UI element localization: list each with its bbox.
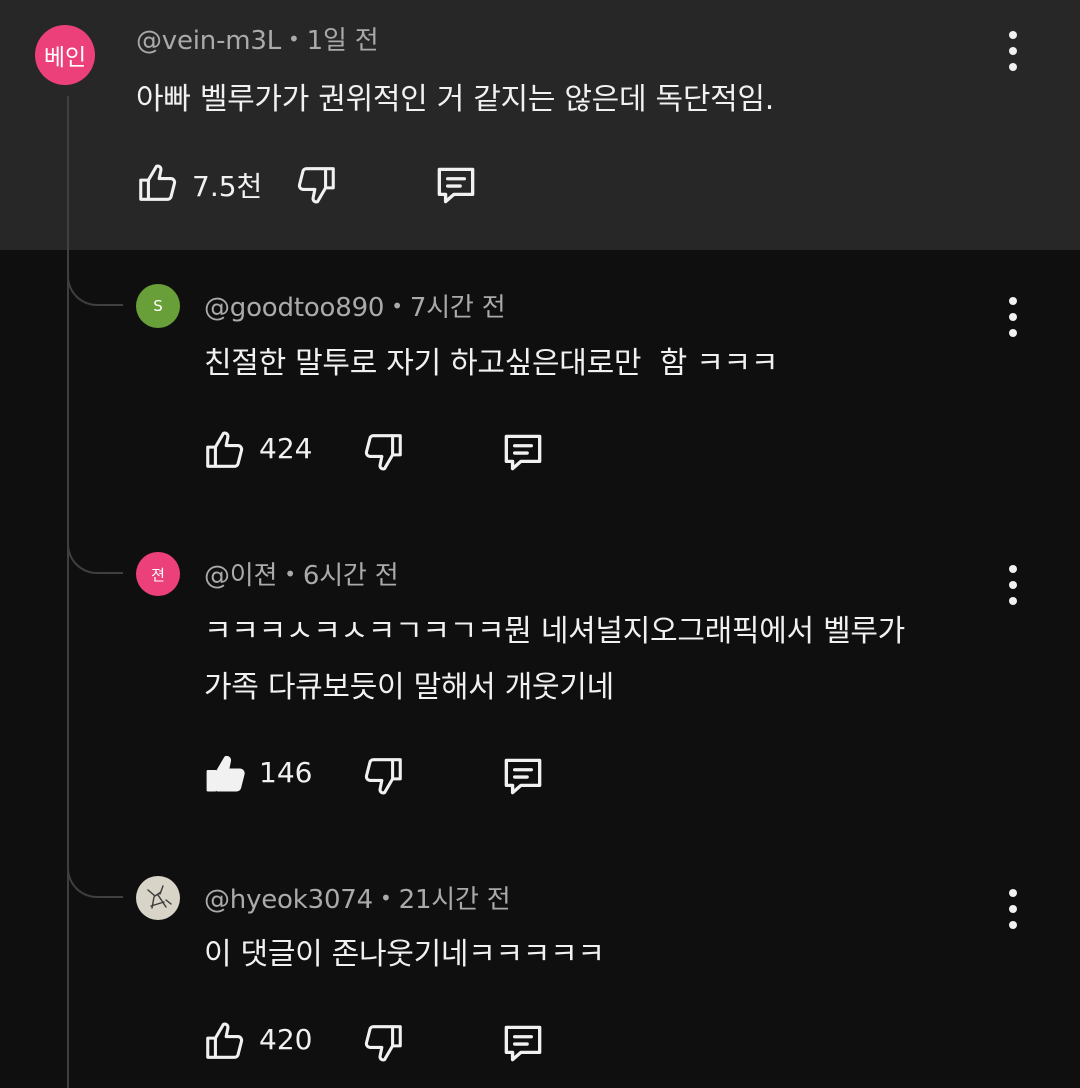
reply-connector	[67, 528, 123, 574]
reply-icon	[504, 758, 542, 795]
dislike-button[interactable]	[357, 426, 409, 478]
thumbs-up-filled-icon	[206, 755, 245, 792]
meta-separator: •	[391, 294, 403, 318]
comment-text: 이 댓글이 존나웃기네ㅋㅋㅋㅋㅋ	[204, 937, 605, 972]
reply-icon	[437, 167, 475, 204]
reply-button[interactable]	[495, 748, 551, 804]
reply-connector	[67, 260, 123, 306]
like-count: 7.5천	[192, 170, 263, 203]
thread-connector-line	[67, 96, 69, 1088]
like-count: 420	[259, 1023, 313, 1056]
thumbs-up-icon	[139, 164, 177, 201]
author-handle[interactable]: @이젼	[204, 561, 277, 591]
avatar[interactable]: 젼	[136, 552, 180, 596]
thumbs-down-icon	[364, 434, 402, 471]
dislike-button[interactable]	[357, 750, 409, 802]
meta-separator: •	[288, 27, 300, 51]
avatar-initials: S	[153, 297, 163, 315]
thumbs-down-icon	[364, 758, 402, 795]
like-count: 146	[259, 756, 313, 789]
comment-meta: @vein-m3L • 1일 전	[136, 20, 379, 57]
comment-time: 6시간 전	[302, 561, 399, 591]
reply-button[interactable]	[428, 157, 484, 213]
comment-text-line: 가족 다큐보듯이 말해서 개웃기네	[204, 670, 614, 705]
avatar[interactable]	[136, 876, 180, 920]
thumbs-down-icon	[297, 167, 335, 204]
more-vertical-icon[interactable]	[1001, 31, 1025, 71]
avatar-initials: 베인	[43, 45, 87, 71]
thumbs-up-icon	[206, 431, 244, 468]
like-count: 424	[259, 432, 313, 465]
reply-button[interactable]	[495, 424, 551, 480]
like-button[interactable]	[199, 424, 251, 476]
comment-thread: 베인 @vein-m3L • 1일 전 아빠 벨루가가 권위적인 거 같지는 않은데…	[0, 0, 1080, 1088]
comment-text: 아빠 벨루가가 권위적인 거 같지는 않은데 독단적임.	[136, 82, 774, 117]
like-button-active[interactable]	[199, 748, 251, 800]
more-vertical-icon[interactable]	[1001, 297, 1025, 337]
comment-time: 21시간 전	[398, 885, 511, 915]
comment-text-line: ㅋㅋㅋㅅㅋㅅㅋㄱㅋㄱㅋ뭔 네셔널지오그래픽에서 벨루가	[204, 614, 905, 649]
thumbs-up-icon	[206, 1022, 244, 1059]
reply-button[interactable]	[495, 1015, 551, 1071]
comment-meta: @이젼 • 6시간 전	[204, 555, 399, 592]
avatar-initials: 젼	[151, 565, 165, 584]
reply-icon	[504, 1025, 542, 1062]
more-vertical-icon[interactable]	[1001, 889, 1025, 929]
more-vertical-icon[interactable]	[1001, 565, 1025, 605]
author-handle[interactable]: @goodtoo890	[204, 293, 384, 323]
avatar[interactable]: S	[136, 284, 180, 328]
avatar[interactable]: 베인	[35, 25, 95, 85]
reply-connector	[67, 852, 123, 898]
dislike-button[interactable]	[290, 159, 342, 211]
comment-time: 7시간 전	[409, 293, 506, 323]
comment-text: 친절한 말투로 자기 하고싶은대로만 함 ㅋㅋㅋ	[204, 346, 779, 381]
meta-separator: •	[380, 886, 392, 910]
thumbs-down-icon	[364, 1025, 402, 1062]
sketch-avatar-icon	[147, 885, 172, 909]
comment-meta: @goodtoo890 • 7시간 전	[204, 287, 506, 324]
dislike-button[interactable]	[357, 1017, 409, 1069]
author-handle[interactable]: @vein-m3L	[136, 26, 281, 56]
reply-icon	[504, 434, 542, 471]
meta-separator: •	[284, 562, 296, 586]
like-button[interactable]	[132, 157, 184, 209]
like-button[interactable]	[199, 1015, 251, 1067]
author-handle[interactable]: @hyeok3074	[204, 885, 373, 915]
comment-meta: @hyeok3074 • 21시간 전	[204, 879, 511, 916]
comment-time: 1일 전	[306, 26, 379, 56]
